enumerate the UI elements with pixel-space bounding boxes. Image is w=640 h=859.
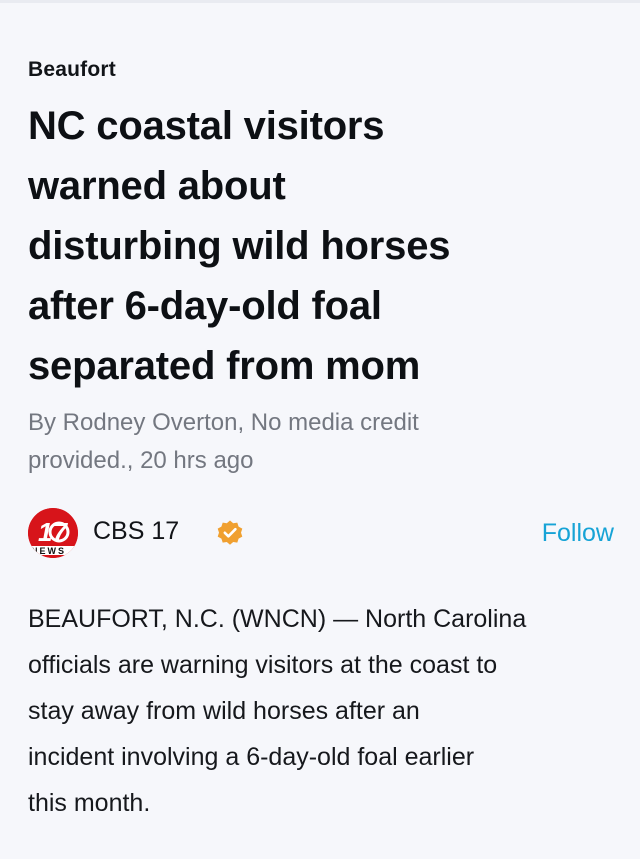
article-body: BEAUFORT, N.C. (WNCN) — North Carolina o…: [28, 596, 620, 826]
body-line: officials are warning visitors at the co…: [28, 651, 498, 679]
article-category[interactable]: Beaufort: [28, 58, 116, 82]
byline-line: provided., 20 hrs ago: [28, 447, 254, 474]
source-name[interactable]: CBS 17: [93, 517, 179, 546]
body-line: this month.: [28, 789, 151, 817]
cbs17-logo[interactable]: 17 NEWS: [28, 508, 78, 558]
verified-badge-icon: [216, 519, 244, 547]
body-line: stay away from wild horses after an: [28, 697, 420, 725]
headline-line: separated from mom: [28, 344, 421, 388]
logo-number: 17: [38, 517, 68, 547]
follow-button[interactable]: Follow: [542, 519, 614, 548]
top-divider: [0, 0, 640, 3]
source-row: 17 NEWS CBS 17 Follow: [28, 505, 614, 561]
headline-line: warned about: [28, 164, 286, 208]
headline-line: NC coastal visitors: [28, 104, 385, 148]
article-byline: By Rodney Overton, No media credit provi…: [28, 404, 588, 480]
article-headline: NC coastal visitors warned about disturb…: [28, 96, 608, 396]
headline-line: after 6-day-old foal: [28, 284, 382, 328]
headline-line: disturbing wild horses: [28, 224, 451, 268]
byline-line: By Rodney Overton, No media credit: [28, 409, 419, 436]
body-line: BEAUFORT, N.C. (WNCN) — North Carolina: [28, 605, 527, 633]
logo-caption: NEWS: [31, 546, 66, 556]
body-line: incident involving a 6-day-old foal earl…: [28, 743, 475, 771]
